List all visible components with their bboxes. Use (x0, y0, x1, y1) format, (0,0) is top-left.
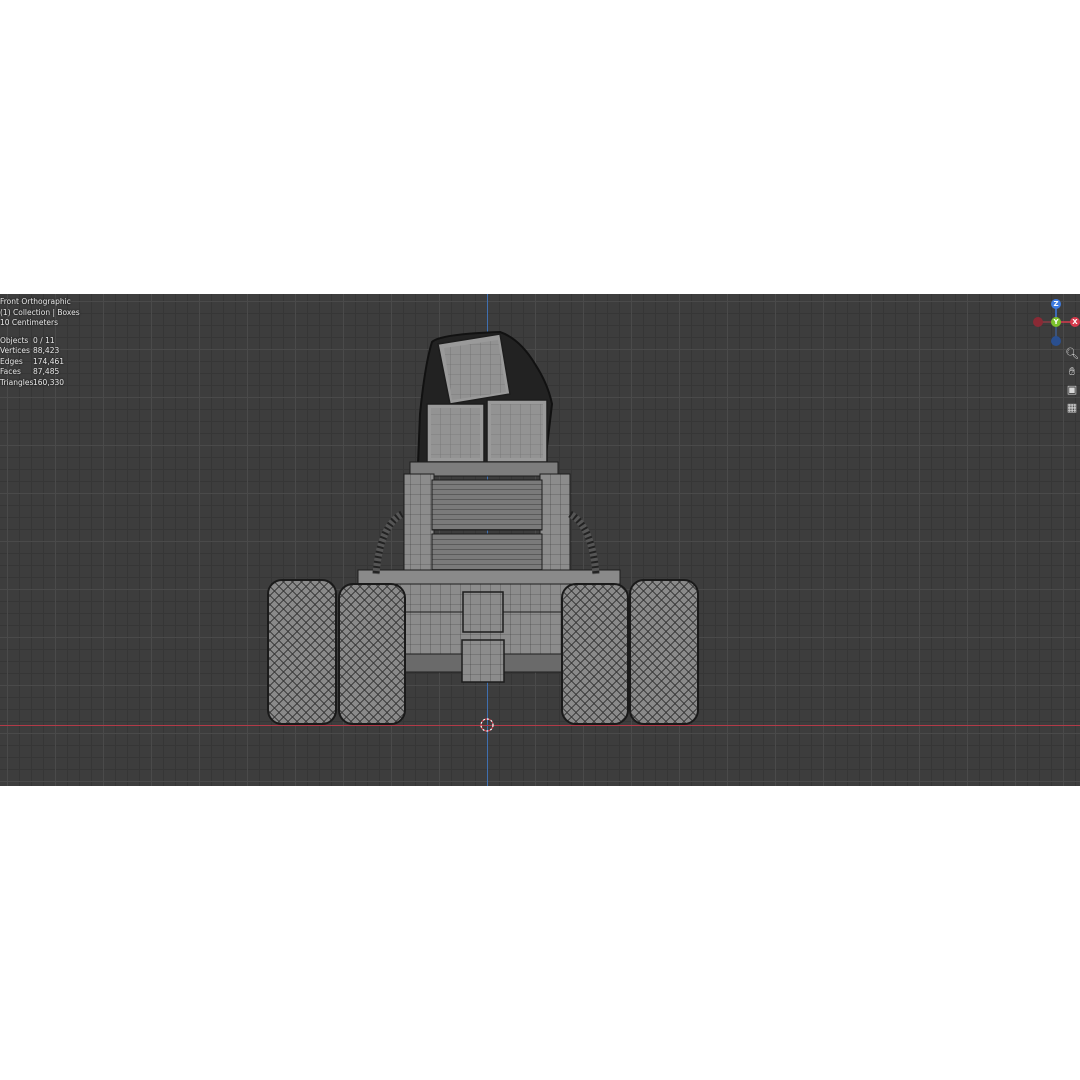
3d-viewport[interactable]: Front Orthographic (1) Collection | Boxe… (0, 294, 1080, 786)
3d-cursor-icon (480, 718, 494, 732)
collection-line: (1) Collection | Boxes (0, 307, 80, 317)
zoom-icon[interactable]: 🔍︎ (1064, 346, 1080, 362)
stat-faces: Faces 87,485 (0, 367, 60, 376)
vehicle-model[interactable] (0, 294, 1080, 786)
box-top[interactable] (437, 333, 511, 405)
camera-icon[interactable]: ▣ (1064, 382, 1080, 398)
box-right[interactable] (486, 399, 548, 463)
wheel-outer-right[interactable] (629, 579, 699, 725)
gizmo-x-axis[interactable]: X (1070, 317, 1080, 327)
gizmo-neg-z-axis[interactable] (1051, 336, 1061, 346)
stat-triangles: Triangles 160,330 (0, 377, 65, 387)
viewport-tools: 🔍︎ ✋︎ ▣ ▦ (1064, 346, 1080, 418)
wheel-inner-right[interactable] (561, 583, 629, 725)
stat-edges: Edges 174,461 (0, 356, 65, 366)
gizmo-z-axis[interactable]: Z (1051, 299, 1061, 309)
stat-vertices: Vertices 88,423 (0, 346, 60, 355)
view-name: Front Orthographic (0, 297, 71, 306)
viewport-info: Front Orthographic (1) Collection | Boxe… (0, 297, 80, 388)
stat-objects: Objects 0 / 11 (0, 335, 55, 345)
wheel-outer-left[interactable] (267, 579, 337, 725)
grid-icon[interactable]: ▦ (1064, 400, 1080, 416)
box-left[interactable] (426, 403, 485, 463)
wheel-inner-left[interactable] (338, 583, 406, 725)
hand-icon[interactable]: ✋︎ (1064, 364, 1080, 380)
navigation-gizmo[interactable]: Z X Y (1028, 296, 1080, 348)
gizmo-y-axis[interactable]: Y (1051, 317, 1061, 327)
scale-line: 10 Centimeters (0, 318, 59, 327)
center-box-lower[interactable] (461, 639, 505, 683)
gizmo-neg-x-axis[interactable] (1033, 317, 1043, 327)
center-box-upper[interactable] (462, 591, 504, 633)
